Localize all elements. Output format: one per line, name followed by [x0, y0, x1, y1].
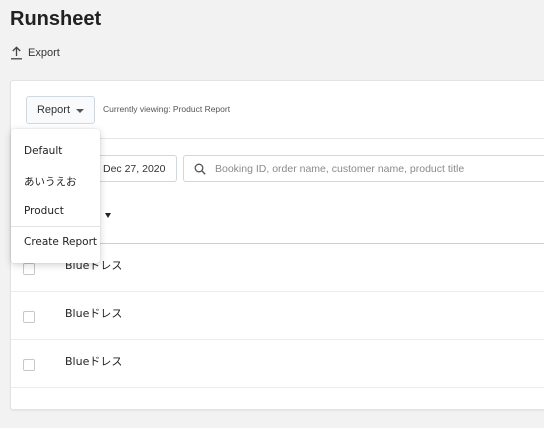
table-row: Blueドレス: [11, 292, 544, 340]
column-sort-caret-icon[interactable]: [105, 213, 111, 218]
product-name: Blueドレス: [65, 355, 123, 368]
menu-item-default[interactable]: Default: [11, 138, 100, 164]
menu-item-aiueo[interactable]: あいうえお: [11, 168, 100, 194]
report-dropdown-menu: Default あいうえお Product Create Report: [11, 129, 100, 263]
search-input[interactable]: [215, 162, 544, 175]
product-name: Blueドレス: [65, 307, 123, 320]
row-checkbox[interactable]: [23, 359, 35, 371]
report-button-label: Report: [36, 104, 71, 116]
row-checkbox[interactable]: [23, 311, 35, 323]
upload-icon: [11, 46, 22, 60]
table-row: Blueドレス: [11, 340, 544, 388]
menu-divider: [11, 226, 100, 227]
menu-item-create-report[interactable]: Create Report: [11, 229, 100, 255]
row-checkbox[interactable]: [23, 263, 35, 275]
report-dropdown-button[interactable]: Report: [26, 96, 95, 124]
search-icon: [194, 163, 206, 175]
menu-item-product[interactable]: Product: [11, 198, 100, 224]
caret-down-icon: [76, 109, 85, 113]
date-value: Dec 27, 2020: [103, 162, 166, 175]
currently-viewing-text: Currently viewing: Product Report: [103, 104, 231, 114]
search-field[interactable]: [183, 155, 544, 182]
page-title: Runsheet: [10, 8, 102, 30]
export-button[interactable]: Export: [10, 46, 60, 60]
export-label: Export: [28, 47, 60, 59]
